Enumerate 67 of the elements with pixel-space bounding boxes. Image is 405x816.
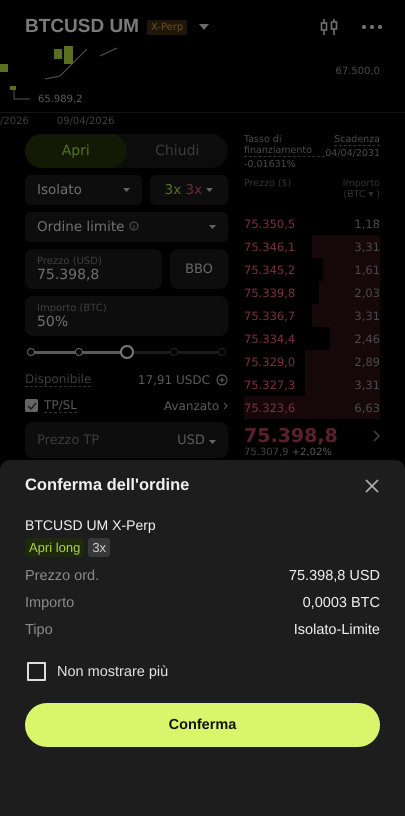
- date-label: 09/04/2026: [56, 116, 114, 129]
- tpsl-checkbox[interactable]: [25, 399, 38, 412]
- low-price-label: 65.989,2: [38, 94, 83, 105]
- ask-price[interactable]: 75.345,2: [244, 262, 296, 276]
- confirm-button[interactable]: Conferma: [25, 703, 380, 747]
- ask-amount: 2,03: [354, 286, 380, 300]
- detail-value: 0,0003 BTC: [302, 595, 380, 611]
- ask-amount: 3,31: [354, 240, 380, 254]
- caret-icon[interactable]: [199, 24, 210, 30]
- ask-price[interactable]: 75.327,3: [244, 378, 296, 392]
- currency-selector[interactable]: USD: [177, 432, 216, 448]
- advanced-link[interactable]: Avanzato: [164, 398, 228, 412]
- caret-icon: [206, 188, 214, 192]
- candlestick-icon[interactable]: [319, 17, 339, 37]
- tpsl-label: TP/SL: [44, 398, 77, 413]
- date-label: /2026: [0, 116, 29, 129]
- ask-price[interactable]: 75.350,5: [244, 216, 296, 230]
- ask-amount: 2,46: [354, 332, 380, 346]
- ask-price[interactable]: 75.334,4: [244, 332, 296, 346]
- caret-icon: [123, 188, 130, 192]
- ask-price[interactable]: 75.336,7: [244, 308, 296, 322]
- margin-mode-dropdown[interactable]: Isolato: [25, 175, 142, 205]
- caret-icon: [209, 440, 216, 444]
- price-axis-label: 67.500,0: [335, 66, 380, 77]
- ask-price[interactable]: 75.329,0: [244, 354, 296, 368]
- available-label: Disponibile: [25, 372, 92, 387]
- last-price: 75.398,8: [244, 425, 338, 447]
- expiry-label: Scadenza: [334, 134, 380, 146]
- ask-amount: 6,63: [354, 400, 380, 414]
- funding-rate-label: Tasso di finanziamento: [244, 134, 326, 157]
- tab[interactable]: Apri: [25, 134, 126, 168]
- leverage-dropdown[interactable]: 3x 3x: [150, 175, 228, 205]
- leverage-tag: 3x: [88, 538, 110, 557]
- mark-price: 75.307,9: [244, 447, 289, 458]
- available-value: 17,91 USDC: [138, 372, 210, 386]
- ask-amount: 1,61: [354, 262, 380, 276]
- amount-slider[interactable]: [25, 345, 228, 359]
- funding-rate-value: -0,01631%: [244, 159, 296, 170]
- instrument-name: BTCUSD UM X-Perp: [25, 517, 157, 533]
- info-icon: [128, 221, 139, 231]
- ask-price[interactable]: 75.323,6: [244, 400, 296, 414]
- add-icon[interactable]: [216, 374, 228, 386]
- more-icon[interactable]: [361, 24, 383, 30]
- detail-label: Importo: [25, 595, 74, 611]
- chevron-icon: [223, 402, 228, 410]
- dialog-title: Conferma dell'ordine: [25, 476, 190, 495]
- ask-price[interactable]: 75.339,8: [244, 286, 296, 300]
- symbol-title[interactable]: BTCUSD UM: [25, 16, 139, 38]
- ask-price[interactable]: 75.346,1: [244, 240, 296, 254]
- perp-tag: X-Perp: [147, 20, 188, 34]
- order-type-dropdown[interactable]: Ordine limite: [25, 212, 228, 242]
- detail-value: 75.398,8 USD: [288, 568, 380, 584]
- dont-show-label: Non mostrare più: [57, 664, 168, 680]
- price-change: +2,02%: [292, 447, 332, 458]
- caret-icon: [209, 225, 216, 229]
- bbo-button[interactable]: BBO: [170, 249, 228, 289]
- ask-amount: 2,89: [354, 354, 380, 368]
- ask-amount: 3,31: [354, 378, 380, 392]
- expiry-date: 04/04/2031: [325, 148, 380, 159]
- detail-label: Prezzo ord.: [25, 568, 100, 584]
- ask-amount: 1,18: [354, 216, 380, 230]
- ask-amount: 3,31: [354, 308, 380, 322]
- detail-label: Tipo: [25, 622, 53, 638]
- close-icon[interactable]: [364, 478, 380, 494]
- detail-value: Isolato-Limite: [294, 622, 380, 638]
- dont-show-checkbox[interactable]: [27, 662, 46, 681]
- side-tag: Apri long: [25, 538, 84, 557]
